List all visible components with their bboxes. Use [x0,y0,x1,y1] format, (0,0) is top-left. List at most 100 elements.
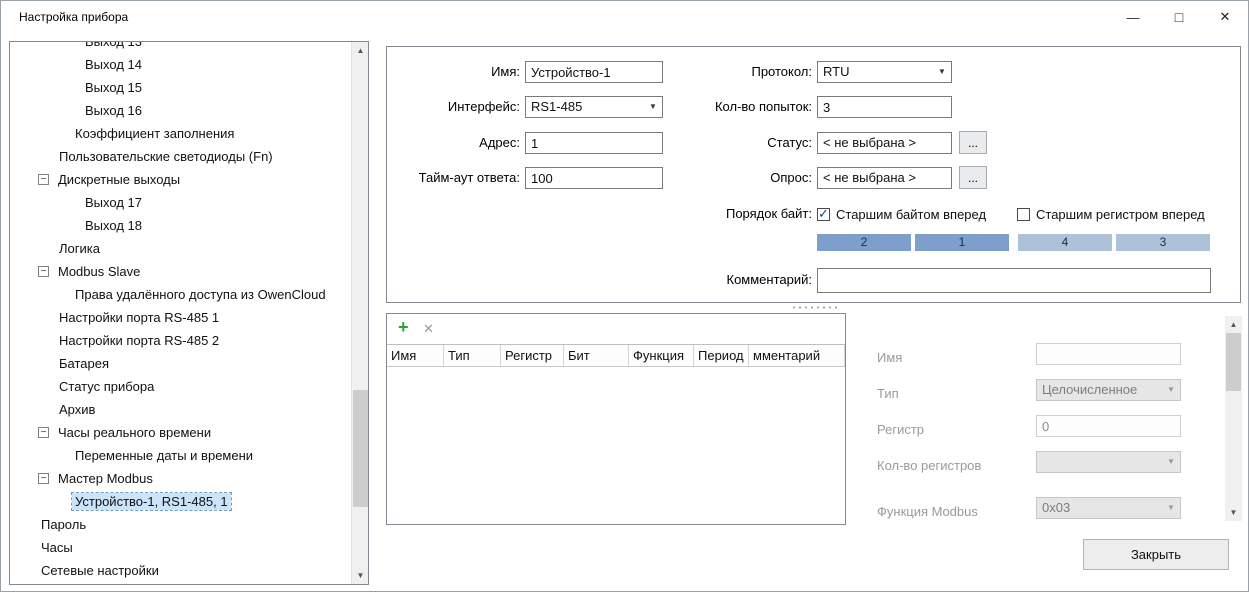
byte-order-label: Порядок байт: [627,203,812,225]
tree-item-label: Батарея [56,355,112,372]
tree-item[interactable]: Логика [10,237,351,260]
scrollbar-thumb[interactable] [1226,333,1241,391]
close-button[interactable]: ✕ [1202,1,1248,33]
column-header[interactable]: Функция [629,345,694,366]
param-function-select: 0x03 ▼ [1036,497,1181,519]
maximize-button[interactable]: □ [1156,1,1202,33]
tree-item-label: Выход 17 [82,194,145,211]
protocol-select[interactable]: RTU ▼ [817,61,952,83]
protocol-label: Протокол: [627,61,812,83]
tree-item-label: Выход 15 [82,79,145,96]
tree-item-label: Modbus Slave [55,263,143,280]
splitter-handle[interactable] [791,305,837,310]
collapse-icon[interactable]: − [38,427,49,438]
tree-item[interactable]: Архив [10,398,351,421]
tree-item[interactable]: Коэффициент заполнения [10,122,351,145]
variables-grid-panel: + ✕ ИмяТипРегистрБитФункцияПериодмментар… [386,313,846,525]
scroll-down-icon[interactable]: ▼ [352,567,369,584]
byte-order-boxes: 2143 [817,234,1211,251]
maximize-icon: □ [1175,9,1183,25]
collapse-icon[interactable]: − [38,266,49,277]
status-browse-button[interactable]: ... [959,131,987,154]
interface-label: Интерфейс: [387,96,520,118]
tree-item-label: Переменные даты и времени [72,447,256,464]
tree-item-label: Дискретные выходы [55,171,183,188]
param-type-label: Тип [877,383,899,405]
tree-item-label: Настройки порта RS-485 2 [56,332,222,349]
column-header[interactable]: Период [694,345,749,366]
tree-item[interactable]: Пользовательские светодиоды (Fn) [10,145,351,168]
tree-item-label: Часы реального времени [55,424,214,441]
delete-variable-button[interactable]: ✕ [423,321,434,337]
tree: Выход 13Выход 14 Выход 15 Выход 16 Коэффици… [10,42,351,584]
add-variable-button[interactable]: + [398,317,409,338]
tree-item-label: Статус прибора [56,378,157,395]
window-title: Настройка прибора [19,10,128,24]
tree-item[interactable]: −Часы реального времени [10,421,351,444]
poll-browse-button[interactable]: ... [959,166,987,189]
device-tree-panel: Выход 13Выход 14 Выход 15 Выход 16 Коэффици… [9,41,369,585]
interface-value: RS1-485 [531,99,582,114]
minimize-icon: — [1127,10,1140,25]
minimize-button[interactable]: — [1110,1,1156,33]
close-dialog-button[interactable]: Закрыть [1083,539,1229,570]
tree-item[interactable]: Сетевые настройки [10,559,351,582]
status-value[interactable]: < не выбрана > [817,132,952,154]
chevron-down-icon: ▼ [1162,452,1180,472]
tree-item-label: Выход 18 [82,217,145,234]
scrollbar-thumb[interactable] [353,390,368,507]
tree-item[interactable]: −Modbus Slave [10,260,351,283]
tree-item[interactable]: −Дискретные выходы [10,168,351,191]
scroll-down-icon[interactable]: ▼ [1225,504,1242,521]
param-regcount-label: Кол-во регистров [877,455,981,477]
retries-input[interactable] [817,96,952,118]
variable-properties-panel: Имя Тип Целочисленное ▼ Регистр Кол-во р… [861,313,1223,526]
params-scrollbar[interactable]: ▲ ▼ [1225,316,1242,521]
byte-first-option[interactable]: Старшим байтом вперед [817,205,986,223]
register-first-option[interactable]: Старшим регистром вперед [1017,205,1205,223]
tree-item[interactable]: Выход 16 [10,99,351,122]
variables-table: ИмяТипРегистрБитФункцияПериодмментарий [387,344,845,524]
tree-item[interactable]: Устройство-1, RS1-485, 1 [10,490,351,513]
param-regcount-select: ▼ [1036,451,1181,473]
chevron-down-icon: ▼ [933,62,951,82]
tree-item[interactable]: Выход 18 [10,214,351,237]
protocol-value: RTU [823,64,849,79]
collapse-icon[interactable]: − [38,174,49,185]
scroll-up-icon[interactable]: ▲ [1225,316,1242,333]
titlebar: Настройка прибора — □ ✕ [1,1,1248,33]
tree-item[interactable]: Выход 14 [10,53,351,76]
tree-item[interactable]: Выход 17 [10,191,351,214]
column-header[interactable]: Имя [387,345,444,366]
register-first-checkbox[interactable] [1017,208,1030,221]
status-label: Статус: [627,132,812,154]
poll-value[interactable]: < не выбрана > [817,167,952,189]
tree-item[interactable]: Настройки порта RS-485 1 [10,306,351,329]
byte-order-box: 4 [1018,234,1112,251]
collapse-icon[interactable]: − [38,473,49,484]
settings-window: Настройка прибора — □ ✕ Выход 13Выход 14… [0,0,1249,592]
register-first-label: Старшим регистром вперед [1036,207,1205,222]
tree-item[interactable]: −Мастер Modbus [10,467,351,490]
tree-item[interactable]: Выход 13 [10,42,351,53]
tree-item[interactable]: Статус прибора [10,375,351,398]
address-label: Адрес: [387,132,520,154]
tree-item-label: Коэффициент заполнения [72,125,237,142]
tree-item[interactable]: Пароль [10,513,351,536]
tree-item[interactable]: Часы [10,536,351,559]
column-header[interactable]: мментарий [749,345,845,366]
column-header[interactable]: Бит [564,345,629,366]
close-icon: ✕ [1220,9,1231,25]
byte-first-checkbox[interactable] [817,208,830,221]
tree-item[interactable]: Переменные даты и времени [10,444,351,467]
column-header[interactable]: Регистр [501,345,564,366]
tree-scrollbar[interactable]: ▲ ▼ [351,42,368,584]
scroll-up-icon[interactable]: ▲ [352,42,369,59]
comment-input[interactable] [817,268,1211,293]
column-header[interactable]: Тип [444,345,501,366]
tree-item[interactable]: Батарея [10,352,351,375]
tree-item[interactable]: Настройки порта RS-485 2 [10,329,351,352]
tree-item-label: Пользовательские светодиоды (Fn) [56,148,276,165]
tree-item[interactable]: Выход 15 [10,76,351,99]
tree-item[interactable]: Права удалённого доступа из OwenCloud [10,283,351,306]
